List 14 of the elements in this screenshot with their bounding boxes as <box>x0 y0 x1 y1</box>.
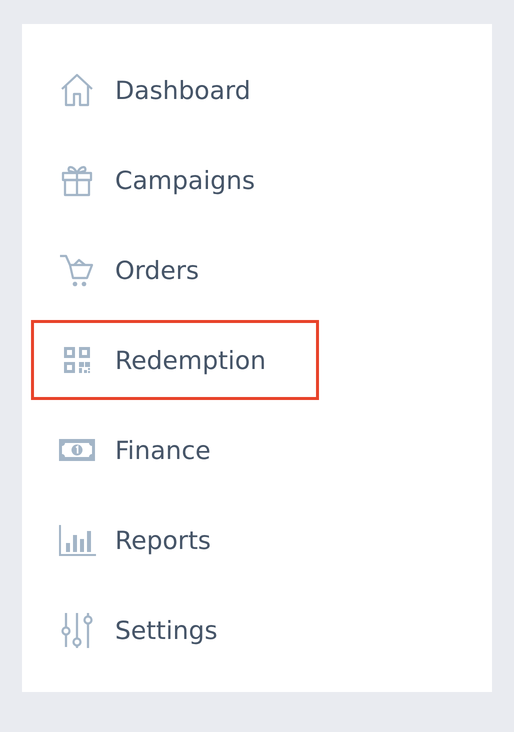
sidebar-item[interactable]: Redemption <box>31 320 319 400</box>
sidebar-item[interactable]: Campaigns <box>31 140 319 220</box>
sidebar-item-label: Orders <box>115 256 200 284</box>
sidebar-item[interactable]: Reports <box>31 500 319 580</box>
sidebar-item-label: Dashboard <box>115 76 251 104</box>
sidebar-item[interactable]: Finance <box>31 410 319 490</box>
sidebar-item[interactable]: Dashboard <box>31 50 319 130</box>
sidebar-item-label: Settings <box>115 616 218 644</box>
sidebar-item-label: Finance <box>115 436 211 464</box>
sidebar-item[interactable]: Settings <box>31 590 319 670</box>
sidebar-item[interactable]: Orders <box>31 230 319 310</box>
sidebar-item-label: Redemption <box>115 346 266 374</box>
sidebar-item-label: Reports <box>115 526 211 554</box>
sidebar-item-label: Campaigns <box>115 166 256 194</box>
